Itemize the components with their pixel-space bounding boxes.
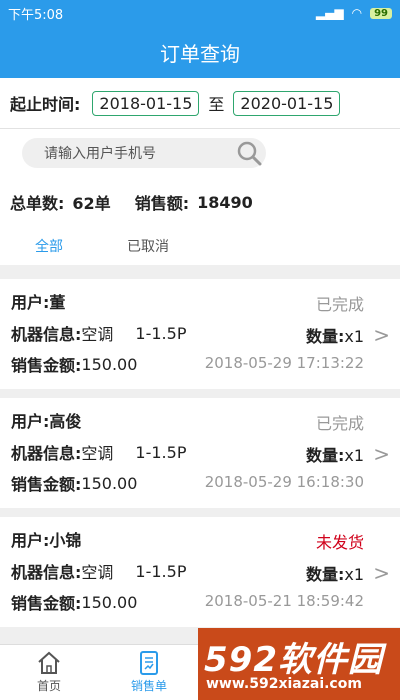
order-tabs: 全部 已取消 <box>0 227 400 265</box>
amount-label: 销售金额: <box>11 356 82 375</box>
sales-label: 销售额: <box>134 194 190 213</box>
start-date-field[interactable]: 2018-01-15 <box>92 90 200 116</box>
sales-amount: 18490 <box>197 192 253 212</box>
order-time: 2018-05-21 18:59:42 <box>204 592 364 610</box>
watermark-logo: 592软件园 www.592xiazai.com <box>198 628 400 700</box>
page-title: 订单查询 <box>0 26 400 78</box>
qty-label: 数量: <box>305 565 345 584</box>
tab-cancelled[interactable]: 已取消 <box>127 236 169 256</box>
search-bar: 请输入用户手机号 <box>0 129 400 177</box>
machine-type: 空调 <box>81 444 114 463</box>
machine-model: 1-1.5P <box>135 323 187 343</box>
watermark-url: www.592xiazai.com <box>206 676 362 692</box>
quantity: 数量:x1 <box>306 561 364 585</box>
order-count-label: 总单数: <box>10 194 65 213</box>
signal-icon: ▂▄▆ <box>315 6 344 20</box>
order-card[interactable]: 用户: 高俊 已完成 机器信息: 空调 1-1.5P 数量:x1 销售金额: 150.0… <box>0 398 400 508</box>
order-status: 已完成 <box>315 414 364 433</box>
order-status: 未发货 <box>315 533 364 552</box>
status-icons: ▂▄▆ ◠ 99 <box>316 6 392 20</box>
amount-value: 150.00 <box>81 592 138 612</box>
order-summary: 总单数: 62单 销售额: 18490 <box>0 177 400 227</box>
amount-label: 销售金额: <box>11 594 82 613</box>
machine-label: 机器信息: <box>11 325 82 344</box>
search-input[interactable]: 请输入用户手机号 <box>22 138 266 168</box>
quantity: 数量:x1 <box>306 323 364 347</box>
date-separator: 至 <box>208 95 225 114</box>
order-card[interactable]: 用户: 董 已完成 机器信息: 空调 1-1.5P 数量:x1 销售金额: 150.00… <box>0 279 400 389</box>
machine-model: 1-1.5P <box>135 442 187 462</box>
status-bar: 下午5:08 ▂▄▆ ◠ 99 <box>0 0 400 26</box>
user-label: 用户: <box>11 531 50 550</box>
end-date-field[interactable]: 2020-01-15 <box>233 90 341 116</box>
nav-sales-label: 销售单 <box>130 679 167 693</box>
amount-value: 150.00 <box>81 354 138 374</box>
search-icon[interactable] <box>236 140 262 166</box>
qty-value: x1 <box>344 327 364 346</box>
status-time: 下午5:08 <box>8 7 64 23</box>
qty-label: 数量: <box>305 327 345 346</box>
sales-order-icon <box>140 651 158 675</box>
date-range-label: 起止时间: <box>10 95 81 114</box>
qty-value: x1 <box>344 565 364 584</box>
machine-type: 空调 <box>81 325 114 344</box>
order-count: 62单 <box>72 194 111 213</box>
qty-value: x1 <box>344 446 364 465</box>
watermark-brand: 592软件园 <box>204 640 383 680</box>
order-time: 2018-05-29 16:18:30 <box>204 473 364 491</box>
wifi-icon: ◠ <box>351 6 363 20</box>
search-placeholder: 请输入用户手机号 <box>44 146 156 162</box>
chevron-right-icon: > <box>373 442 390 466</box>
chevron-right-icon: > <box>373 323 390 347</box>
order-time: 2018-05-29 17:13:22 <box>204 354 364 372</box>
user-label: 用户: <box>11 293 50 312</box>
user-label: 用户: <box>11 412 50 431</box>
tab-all[interactable]: 全部 <box>35 236 63 256</box>
chevron-right-icon: > <box>373 561 390 585</box>
machine-label: 机器信息: <box>11 563 82 582</box>
machine-label: 机器信息: <box>11 444 82 463</box>
user-name: 高俊 <box>49 412 82 431</box>
amount-label: 销售金额: <box>11 475 82 494</box>
nav-sales-order[interactable]: 销售单 <box>119 649 179 694</box>
qty-label: 数量: <box>305 446 345 465</box>
quantity: 数量:x1 <box>306 442 364 466</box>
machine-type: 空调 <box>81 563 114 582</box>
battery-icon: 99 <box>370 7 392 19</box>
machine-model: 1-1.5P <box>135 561 187 581</box>
user-name: 小锦 <box>49 531 82 550</box>
date-filter: 起止时间: 2018-01-15 至 2020-01-15 <box>0 78 400 128</box>
home-icon <box>38 651 60 674</box>
order-card[interactable]: 用户: 小锦 未发货 机器信息: 空调 1-1.5P 数量:x1 销售金额: 150.0… <box>0 517 400 627</box>
user-name: 董 <box>49 293 66 312</box>
amount-value: 150.00 <box>81 473 138 493</box>
nav-home-label: 首页 <box>36 679 61 693</box>
order-status: 已完成 <box>315 295 364 314</box>
nav-home[interactable]: 首页 <box>19 649 79 694</box>
